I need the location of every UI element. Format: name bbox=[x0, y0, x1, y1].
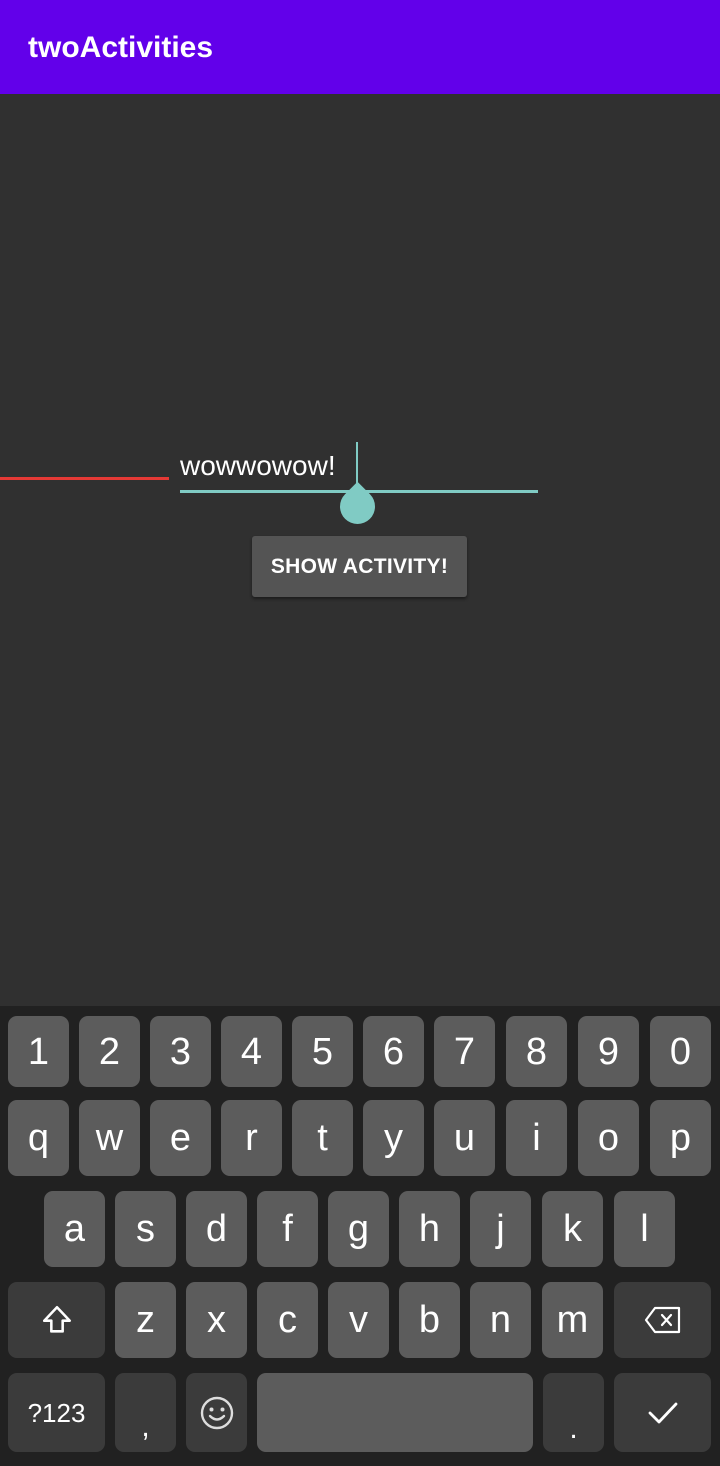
key-a[interactable]: a bbox=[44, 1191, 105, 1267]
key-i[interactable]: i bbox=[506, 1100, 567, 1176]
key-x[interactable]: x bbox=[186, 1282, 247, 1358]
key-u[interactable]: u bbox=[434, 1100, 495, 1176]
period-key[interactable]: . bbox=[543, 1373, 604, 1452]
key-3[interactable]: 3 bbox=[150, 1016, 211, 1087]
key-2[interactable]: 2 bbox=[79, 1016, 140, 1087]
key-e[interactable]: e bbox=[150, 1100, 211, 1176]
key-s[interactable]: s bbox=[115, 1191, 176, 1267]
app-bar: twoActivities bbox=[0, 0, 720, 94]
backspace-icon bbox=[643, 1305, 683, 1335]
comma-label: , bbox=[141, 1409, 150, 1443]
key-5[interactable]: 5 bbox=[292, 1016, 353, 1087]
key-h[interactable]: h bbox=[399, 1191, 460, 1267]
key-t[interactable]: t bbox=[292, 1100, 353, 1176]
key-7[interactable]: 7 bbox=[434, 1016, 495, 1087]
backspace-key[interactable] bbox=[614, 1282, 711, 1358]
key-1[interactable]: 1 bbox=[8, 1016, 69, 1087]
key-4[interactable]: 4 bbox=[221, 1016, 282, 1087]
key-v[interactable]: v bbox=[328, 1282, 389, 1358]
soft-keyboard: 1 2 3 4 5 6 7 8 9 0 q w e r t y u i o p … bbox=[0, 1006, 720, 1466]
key-6[interactable]: 6 bbox=[363, 1016, 424, 1087]
checkmark-icon bbox=[646, 1398, 680, 1428]
key-y[interactable]: y bbox=[363, 1100, 424, 1176]
key-w[interactable]: w bbox=[79, 1100, 140, 1176]
key-r[interactable]: r bbox=[221, 1100, 282, 1176]
app-title: twoActivities bbox=[28, 31, 214, 64]
key-p[interactable]: p bbox=[650, 1100, 711, 1176]
key-d[interactable]: d bbox=[186, 1191, 247, 1267]
key-n[interactable]: n bbox=[470, 1282, 531, 1358]
key-j[interactable]: j bbox=[470, 1191, 531, 1267]
shift-icon bbox=[40, 1303, 74, 1337]
space-key[interactable] bbox=[257, 1373, 533, 1452]
key-o[interactable]: o bbox=[578, 1100, 639, 1176]
key-k[interactable]: k bbox=[542, 1191, 603, 1267]
key-9[interactable]: 9 bbox=[578, 1016, 639, 1087]
comma-key[interactable]: , bbox=[115, 1373, 176, 1452]
text-cursor bbox=[356, 442, 358, 486]
key-m[interactable]: m bbox=[542, 1282, 603, 1358]
shift-key[interactable] bbox=[8, 1282, 105, 1358]
key-f[interactable]: f bbox=[257, 1191, 318, 1267]
spellcheck-underline bbox=[0, 477, 169, 480]
key-z[interactable]: z bbox=[115, 1282, 176, 1358]
key-8[interactable]: 8 bbox=[506, 1016, 567, 1087]
message-input-text: wowwowow! bbox=[180, 450, 336, 481]
key-c[interactable]: c bbox=[257, 1282, 318, 1358]
emoji-icon bbox=[199, 1395, 235, 1431]
emoji-key[interactable] bbox=[186, 1373, 247, 1452]
key-b[interactable]: b bbox=[399, 1282, 460, 1358]
enter-key[interactable] bbox=[614, 1373, 711, 1452]
key-0[interactable]: 0 bbox=[650, 1016, 711, 1087]
symbols-key[interactable]: ?123 bbox=[8, 1373, 105, 1452]
period-label: . bbox=[569, 1411, 578, 1445]
key-l[interactable]: l bbox=[614, 1191, 675, 1267]
key-q[interactable]: q bbox=[8, 1100, 69, 1176]
key-g[interactable]: g bbox=[328, 1191, 389, 1267]
show-activity-button[interactable]: SHOW ACTIVITY! bbox=[252, 536, 467, 597]
